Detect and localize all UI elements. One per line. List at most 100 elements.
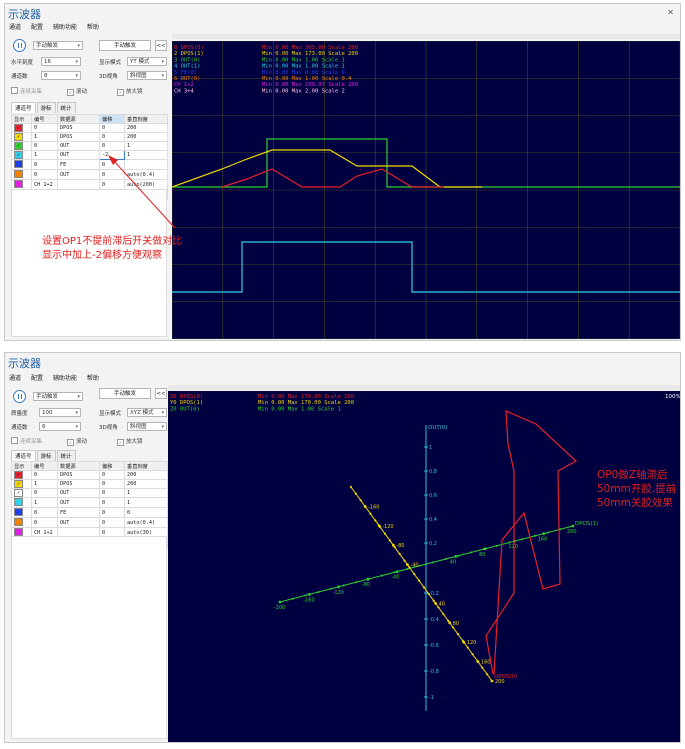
- channel-color-swatch[interactable]: [14, 498, 23, 506]
- x-tick-label: 40: [450, 559, 456, 565]
- col-scale: 垂直刻度: [124, 461, 168, 471]
- y-tick-label: 80: [453, 621, 459, 627]
- display-mode-select[interactable]: XYZ 模式 ▾: [127, 408, 167, 417]
- channel-table: 显示 编号 数据源 偏移 垂直刻度 ✓ 0 DPOS 0 200 ✓ 1 DPOS 0 200 ✓ 0…: [11, 461, 168, 548]
- xyz-plot[interactable]: X0 DPOS(0) Min 0.00 Max 170.00 Scale 200 Y…: [168, 391, 680, 742]
- menu-channel[interactable]: 通道: [9, 375, 21, 382]
- channel-visible-cell[interactable]: [11, 497, 32, 508]
- channel-visible-cell[interactable]: [11, 517, 32, 528]
- legend-name: Y0 DPOS(1): [170, 400, 203, 406]
- legend-name: X0 DPOS(0): [170, 394, 203, 400]
- table-empty-area: [11, 536, 167, 739]
- y-axis-marker: [354, 492, 357, 495]
- col-offset: 偏移: [99, 461, 125, 471]
- y-tick-label: -40: [410, 563, 418, 569]
- channel-color-swatch[interactable]: [14, 508, 23, 516]
- y-axis-marker: [408, 566, 411, 569]
- channel-visible-cell[interactable]: ✓: [11, 470, 32, 480]
- x-tick-label: 80: [479, 552, 485, 558]
- channel-visible-cell[interactable]: [11, 507, 32, 518]
- channel-color-swatch[interactable]: ✓: [14, 489, 23, 497]
- x-axis-marker: [329, 587, 332, 590]
- cell-offset[interactable]: 0: [99, 479, 125, 489]
- y-axis-marker: [437, 606, 440, 609]
- view3d-select[interactable]: 斜视图 ▾: [127, 422, 167, 431]
- channel-color-swatch[interactable]: ✓: [14, 471, 23, 479]
- tab-stats[interactable]: 统计: [56, 450, 76, 461]
- z-tick-label: -0.8: [429, 669, 439, 675]
- cell-scale[interactable]: 200: [124, 470, 168, 480]
- continuous-checkbox[interactable]: 连续采集: [11, 437, 42, 445]
- y-tick-label: 160: [481, 660, 491, 666]
- y-axis-marker: [490, 679, 494, 683]
- x-axis-marker: [482, 548, 485, 551]
- cell-src: OUT: [57, 517, 100, 528]
- menu-config[interactable]: 配置: [31, 375, 43, 382]
- table-row[interactable]: 1 OUT 0 1: [11, 497, 168, 508]
- col-show: 显示: [11, 461, 32, 471]
- scroll-strip[interactable]: [168, 385, 680, 390]
- z-axis-name: OUT(0): [428, 425, 448, 431]
- x-tick-label: -200: [274, 605, 285, 611]
- z-tick-label: 0.6: [429, 493, 437, 499]
- x-axis-marker: [355, 581, 358, 584]
- table-row[interactable]: ✓ 0 OUT 0 1: [11, 488, 168, 498]
- y-axis-marker: [456, 633, 460, 636]
- cell-scale[interactable]: 200: [124, 479, 168, 489]
- channel-color-swatch[interactable]: [14, 528, 23, 536]
- cell-offset[interactable]: 0: [99, 497, 125, 508]
- z-tick-label: 0.8: [429, 469, 437, 475]
- y-axis-marker: [393, 546, 396, 549]
- h-scale-label: 质量度: [11, 411, 28, 417]
- cell-offset[interactable]: 0: [99, 517, 125, 528]
- scroll-checkbox[interactable]: ✓ 滚动: [67, 437, 87, 446]
- y-axis-marker: [486, 673, 489, 676]
- pause-icon[interactable]: [13, 390, 26, 403]
- menu-aux[interactable]: 辅助功能: [53, 375, 77, 382]
- x-axis-marker: [457, 554, 460, 557]
- cell-scale[interactable]: 0: [124, 507, 168, 518]
- y-axis-marker: [383, 532, 387, 535]
- manual-trigger-button[interactable]: 手动触发: [99, 388, 151, 399]
- cell-id: 1: [31, 497, 58, 508]
- x-axis-marker: [368, 577, 371, 580]
- table-row[interactable]: ✓ 1 DPOS 0 200: [11, 479, 168, 489]
- x-tick-dot: [337, 585, 340, 589]
- table-row[interactable]: 0 OUT 0 auto(0.4): [11, 517, 168, 528]
- x-axis-marker: [393, 571, 396, 574]
- annotation-note-1: 设置OP1不提前滞后开关做对比 显示中加上-2偏移方便观察: [42, 235, 202, 263]
- y-axis-marker: [388, 539, 391, 542]
- trigger-mode-select[interactable]: 手动触发 ▾: [33, 392, 83, 401]
- y-axis-marker: [442, 613, 445, 616]
- cell-offset[interactable]: 0: [99, 507, 125, 518]
- tab-channel[interactable]: 通道号: [11, 450, 36, 461]
- h-scale-select[interactable]: 100 ▾: [39, 408, 81, 417]
- channel-visible-cell[interactable]: ✓: [11, 479, 32, 489]
- view3d-label: 3D视角: [99, 425, 118, 431]
- tab-cursor[interactable]: 游标: [36, 450, 56, 461]
- cell-offset[interactable]: 0: [99, 470, 125, 480]
- cell-id: 1: [31, 479, 58, 489]
- x-tick-dot: [307, 593, 311, 596]
- x-tick-label: -160: [303, 597, 314, 603]
- x-axis-marker: [419, 564, 422, 567]
- annotation-note-2: OP0做Z轴滞后 50mm开胶,提前 50mm关胶效果: [597, 468, 683, 510]
- x-axis-marker: [380, 574, 383, 577]
- z-tick-label: 0.2: [429, 541, 437, 547]
- zoom-checkbox[interactable]: ✓ 放大镜: [117, 437, 143, 446]
- cell-scale[interactable]: auto(0.4): [124, 517, 168, 528]
- table-header-row: 显示 编号 数据源 偏移 垂直刻度: [11, 461, 168, 471]
- cell-scale[interactable]: 1: [124, 488, 168, 498]
- cell-scale[interactable]: 1: [124, 497, 168, 508]
- cell-offset[interactable]: 0: [99, 488, 125, 498]
- channel-color-swatch[interactable]: [14, 518, 23, 526]
- menu-help[interactable]: 帮助: [87, 375, 99, 382]
- channel-color-swatch[interactable]: ✓: [14, 480, 23, 488]
- y-tick-label: 200: [495, 679, 505, 685]
- table-row[interactable]: ✓ 0 DPOS 0 200: [11, 470, 168, 480]
- x-tick-label: 200: [567, 529, 577, 535]
- channel-visible-cell[interactable]: ✓: [11, 488, 32, 498]
- table-row[interactable]: 0 FE 0 0: [11, 507, 168, 518]
- collapse-button[interactable]: <<: [155, 388, 167, 399]
- channel-count-select[interactable]: 6 ▾: [39, 422, 81, 431]
